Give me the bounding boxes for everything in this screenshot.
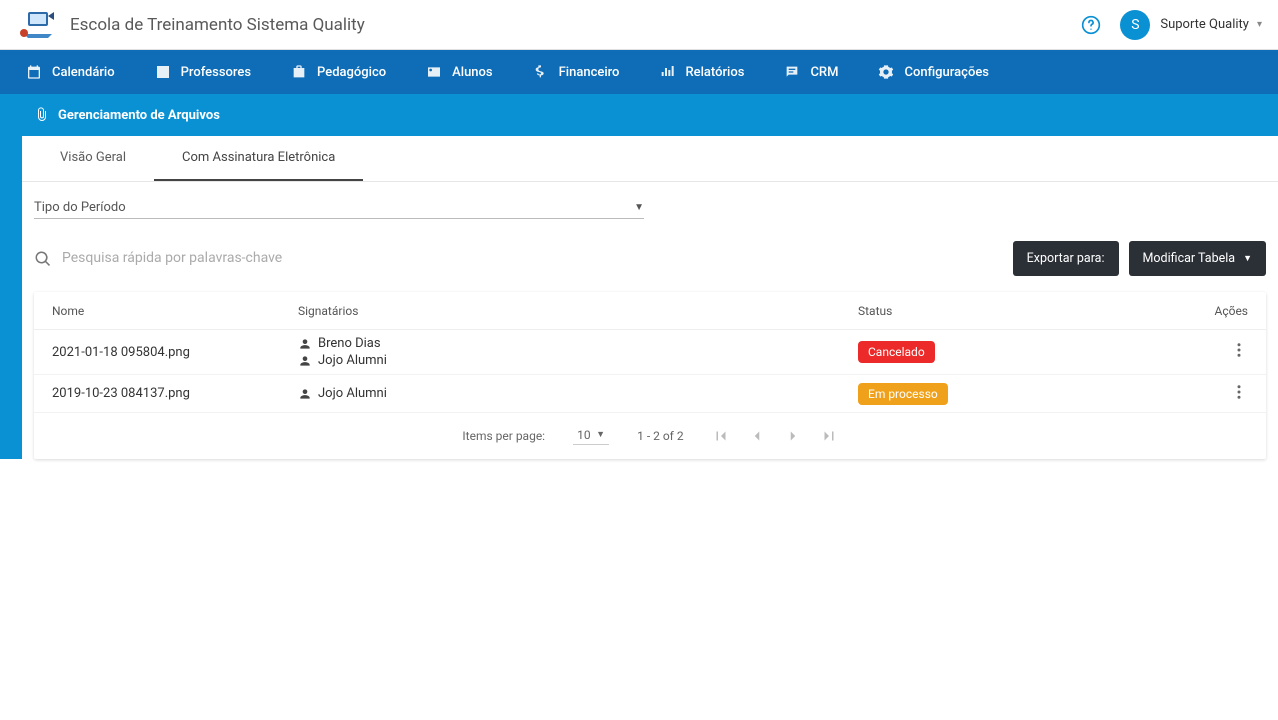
tab-assinatura-eletronica[interactable]: Com Assinatura Eletrônica	[154, 136, 363, 181]
person-icon	[298, 337, 312, 351]
nav-crm[interactable]: CRM	[766, 50, 856, 94]
chevron-down-icon[interactable]: ▾	[1257, 19, 1262, 30]
signer-item: Breno Dias	[298, 336, 858, 351]
nav-relatorios[interactable]: Relatórios	[641, 50, 762, 94]
calendar-icon	[26, 64, 42, 80]
nav-calendario[interactable]: Calendário	[8, 50, 133, 94]
nav-label: Configurações	[904, 65, 989, 80]
nav-label: Calendário	[52, 65, 115, 80]
left-accent-strip	[0, 94, 22, 459]
nav-label: Professores	[181, 65, 251, 80]
export-label: Exportar para:	[1027, 251, 1105, 266]
main-nav: Calendário Professores Pedagógico Alunos…	[0, 50, 1278, 94]
nav-financeiro[interactable]: Financeiro	[515, 50, 638, 94]
period-type-label: Tipo do Período	[34, 200, 126, 215]
gear-icon	[878, 64, 894, 80]
next-page-icon[interactable]	[784, 427, 802, 445]
caret-down-icon: ▼	[596, 429, 605, 440]
nav-label: Pedagógico	[317, 65, 386, 80]
contact-icon	[155, 64, 171, 80]
person-icon	[298, 354, 312, 368]
subheader-title: Gerenciamento de Arquivos	[58, 108, 220, 123]
attachment-icon	[34, 107, 50, 123]
more-vert-icon[interactable]	[1230, 383, 1248, 401]
file-name: 2019-10-23 084137.png	[52, 386, 298, 401]
more-vert-icon[interactable]	[1230, 341, 1248, 359]
last-page-icon[interactable]	[820, 427, 838, 445]
search-icon	[34, 250, 52, 268]
nav-label: Financeiro	[559, 65, 620, 80]
col-name: Nome	[52, 304, 298, 318]
nav-label: CRM	[810, 65, 838, 80]
signer-item: Jojo Alumni	[298, 386, 858, 401]
nav-pedagogico[interactable]: Pedagógico	[273, 50, 404, 94]
user-name-label: Suporte Quality	[1160, 17, 1249, 32]
bar-chart-icon	[659, 64, 675, 80]
dollar-icon	[533, 64, 549, 80]
person-icon	[298, 387, 312, 401]
nav-alunos[interactable]: Alunos	[408, 50, 510, 94]
page-range: 1 - 2 of 2	[637, 429, 683, 443]
items-per-page-label: Items per page:	[462, 429, 545, 443]
files-table: Nome Signatários Status Ações 2021-01-18…	[34, 292, 1266, 459]
briefcase-icon	[291, 64, 307, 80]
tab-visao-geral[interactable]: Visão Geral	[32, 136, 154, 181]
page-size-select[interactable]: 10 ▼	[573, 428, 609, 445]
modify-label: Modificar Tabela	[1143, 251, 1236, 266]
col-status: Status	[858, 304, 1178, 318]
nav-professores[interactable]: Professores	[137, 50, 269, 94]
table-row: 2019-10-23 084137.png Jojo Alumni Em pro…	[34, 375, 1266, 413]
modify-table-button[interactable]: Modificar Tabela ▼	[1129, 241, 1266, 276]
app-header: Escola de Treinamento Sistema Quality S …	[0, 0, 1278, 50]
col-actions: Ações	[1178, 304, 1248, 318]
table-row: 2021-01-18 095804.png Breno Dias Jojo Al…	[34, 330, 1266, 375]
nav-label: Alunos	[452, 65, 492, 80]
nav-label: Relatórios	[685, 65, 744, 80]
caret-down-icon: ▼	[634, 202, 644, 213]
page-subheader: Gerenciamento de Arquivos	[22, 94, 1278, 136]
file-name: 2021-01-18 095804.png	[52, 345, 298, 360]
status-badge: Em processo	[858, 383, 948, 405]
paginator: Items per page: 10 ▼ 1 - 2 of 2	[34, 413, 1266, 449]
export-button[interactable]: Exportar para:	[1013, 241, 1119, 276]
caret-down-icon: ▼	[1243, 253, 1252, 264]
nav-configuracoes[interactable]: Configurações	[860, 50, 1007, 94]
prev-page-icon[interactable]	[748, 427, 766, 445]
app-logo	[16, 8, 60, 42]
table-header: Nome Signatários Status Ações	[34, 292, 1266, 330]
col-signers: Signatários	[298, 304, 858, 318]
id-icon	[426, 64, 442, 80]
chat-icon	[784, 64, 800, 80]
period-type-select[interactable]: Tipo do Período ▼	[34, 194, 644, 219]
search-input[interactable]	[62, 246, 1003, 271]
tabs: Visão Geral Com Assinatura Eletrônica	[22, 136, 1278, 182]
avatar[interactable]: S	[1120, 10, 1150, 40]
app-title: Escola de Treinamento Sistema Quality	[70, 15, 365, 35]
help-icon[interactable]	[1076, 10, 1106, 40]
status-badge: Cancelado	[858, 341, 935, 363]
signer-item: Jojo Alumni	[298, 353, 858, 368]
first-page-icon[interactable]	[712, 427, 730, 445]
